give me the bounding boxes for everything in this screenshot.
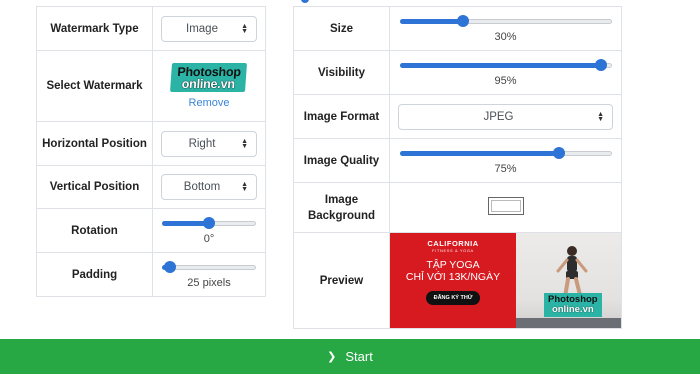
rotation-value: 0°	[203, 233, 215, 245]
visibility-slider[interactable]	[399, 58, 612, 72]
visibility-value: 95%	[494, 75, 517, 87]
left-settings-table: Watermark Type Image ▲ ▼ Select Watermark…	[36, 6, 266, 297]
watermark-logo-image[interactable]: Photoshop online.vn	[170, 63, 248, 92]
right-settings-table: Size 30% Visibility 95% Image Format JPE…	[293, 6, 622, 329]
remove-watermark-link[interactable]: Remove	[161, 97, 257, 109]
preview-image: CALIFORNIA FITNESS & YOGA TẬP YOGA CHỈ V…	[390, 233, 621, 328]
size-slider[interactable]	[399, 14, 612, 28]
image-format-label: Image Format	[293, 94, 390, 139]
select-caret-icon: ▲ ▼	[597, 110, 604, 123]
padding-label: Padding	[36, 252, 153, 297]
padding-slider[interactable]	[162, 260, 256, 274]
preview-watermark: Photoshop online.vn	[544, 293, 602, 317]
image-format-select[interactable]: JPEG ▲ ▼	[398, 103, 613, 130]
preview-ad-banner: CALIFORNIA FITNESS & YOGA TẬP YOGA CHỈ V…	[390, 233, 516, 328]
background-color-picker[interactable]	[487, 197, 524, 215]
rotation-label: Rotation	[36, 208, 153, 253]
select-caret-icon: ▲ ▼	[241, 181, 248, 193]
preview-floor	[516, 318, 621, 328]
preview-headline-2: CHỈ VỚI 13K/NGÀY	[405, 271, 501, 283]
watermark-type-label: Watermark Type	[36, 6, 153, 51]
preview-brand: CALIFORNIA	[427, 239, 479, 248]
background-color-swatch	[490, 200, 521, 212]
watermark-logo-line2: online.vn	[181, 77, 236, 91]
vertical-position-label: Vertical Position	[36, 165, 153, 209]
start-button[interactable]: ❯ Start	[0, 339, 700, 374]
slider-thumb[interactable]	[163, 261, 176, 273]
horizontal-position-select[interactable]: Right ▲ ▼	[161, 130, 257, 157]
slider-thumb[interactable]	[552, 147, 565, 159]
preview-cta: ĐĂNG KÝ THỬ	[425, 291, 481, 305]
start-button-label: Start	[345, 349, 373, 364]
padding-value: 25 pixels	[187, 277, 231, 289]
watermark-type-value: Image	[186, 22, 218, 35]
image-background-label: Image Background	[293, 182, 390, 233]
vertical-position-value: Bottom	[183, 181, 221, 193]
size-label: Size	[293, 6, 390, 51]
rotation-slider[interactable]	[162, 216, 256, 230]
select-watermark-label: Select Watermark	[36, 50, 153, 122]
vertical-position-select[interactable]: Bottom ▲ ▼	[161, 174, 257, 200]
slider-thumb[interactable]	[457, 15, 470, 27]
horizontal-position-label: Horizontal Position	[36, 121, 153, 166]
preview-label: Preview	[293, 232, 390, 329]
slider-thumb[interactable]	[203, 217, 215, 229]
image-quality-label: Image Quality	[293, 138, 390, 183]
preview-headline-1: TẬP YOGA	[426, 259, 480, 271]
select-caret-icon: ▲ ▼	[241, 137, 248, 150]
image-quality-value: 75%	[494, 163, 517, 175]
horizontal-position-value: Right	[188, 137, 216, 150]
image-quality-slider[interactable]	[399, 146, 612, 160]
slider-thumb-fragment	[301, 0, 309, 3]
size-value: 30%	[494, 31, 517, 43]
slider-thumb[interactable]	[594, 59, 607, 71]
visibility-label: Visibility	[293, 50, 390, 95]
watermark-type-select[interactable]: Image ▲ ▼	[161, 15, 257, 42]
select-caret-icon: ▲ ▼	[241, 22, 248, 35]
preview-tagline: FITNESS & YOGA	[432, 248, 474, 253]
image-format-value: JPEG	[483, 110, 514, 123]
chevron-right-icon: ❯	[327, 351, 337, 363]
preview-watermark-line2: online.vn	[551, 304, 594, 315]
